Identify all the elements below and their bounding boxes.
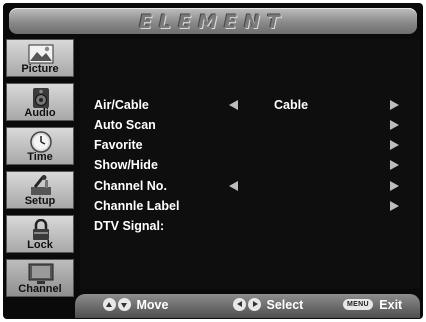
tv-icon [28,263,54,285]
clock-icon [28,131,54,153]
menu-row-channel-label[interactable]: Channle Label [94,197,414,217]
lock-icon [28,219,54,241]
arrow-right-icon[interactable] [390,160,399,170]
menu-row-show-hide[interactable]: Show/Hide [94,156,414,176]
sidebar-item-label: Channel [18,283,62,295]
menu-row-label: Channel No. [94,179,167,193]
sidebar: Picture Audio Time Setup Lock Channel [6,39,74,315]
menu-row-label: Channle Label [94,199,180,213]
hint-select: Select [233,297,304,312]
sidebar-item-label: Setup [24,195,56,207]
sidebar-item-channel[interactable]: Channel [6,259,74,297]
arrow-right-icon[interactable] [390,100,399,110]
menu-row-channel-no[interactable]: Channel No. [94,177,414,197]
left-button-icon [233,298,246,312]
right-button-icon [248,298,261,312]
menu-row-label: Auto Scan [94,118,156,132]
arrow-right-icon[interactable] [390,181,399,191]
menu-row-air-cable[interactable]: Air/Cable Cable [94,96,414,116]
brand-logo: ELEMENT [139,11,287,33]
menu-row-label: DTV Signal: [94,219,165,233]
arrow-left-icon[interactable] [229,181,238,191]
sidebar-item-picture[interactable]: Picture [6,39,74,77]
menu-row-value: Cable [274,98,309,112]
arrow-right-icon[interactable] [390,201,399,211]
menu-row-label: Favorite [94,138,143,152]
menu-row-dtv-signal: DTV Signal: [94,217,414,237]
tools-icon [28,175,54,197]
picture-icon [28,43,54,65]
sidebar-item-setup[interactable]: Setup [6,171,74,209]
menu-row-auto-scan[interactable]: Auto Scan [94,116,414,136]
arrow-right-icon[interactable] [390,140,399,150]
hint-exit-label: Exit [379,298,403,312]
sidebar-item-label: Time [27,151,53,163]
hint-exit: MENU Exit [343,297,403,312]
menu-key-icon: MENU [343,299,373,311]
menu-row-label: Show/Hide [94,158,158,172]
header-bar: ELEMENT [9,8,417,34]
sidebar-item-audio[interactable]: Audio [6,83,74,121]
sidebar-item-label: Picture [21,63,59,75]
hint-select-label: Select [266,298,304,312]
menu-row-label: Air/Cable [94,98,149,112]
down-button-icon [118,298,131,312]
footer-hint-bar: Move Select MENU Exit [75,294,420,318]
arrow-left-icon[interactable] [229,100,238,110]
speaker-icon [28,87,54,109]
sidebar-item-time[interactable]: Time [6,127,74,165]
sidebar-item-label: Audio [24,107,56,119]
tv-osd-frame: ELEMENT Picture Audio Time Setup Lock Ch… [3,3,423,319]
hint-move-label: Move [136,298,169,312]
arrow-right-icon[interactable] [390,120,399,130]
sidebar-item-lock[interactable]: Lock [6,215,74,253]
hint-move: Move [103,297,169,312]
menu-row-favorite[interactable]: Favorite [94,136,414,156]
up-button-icon [103,298,116,312]
channel-menu-panel: Air/Cable Cable Auto Scan Favorite Show/… [80,39,420,289]
sidebar-item-label: Lock [27,239,53,251]
